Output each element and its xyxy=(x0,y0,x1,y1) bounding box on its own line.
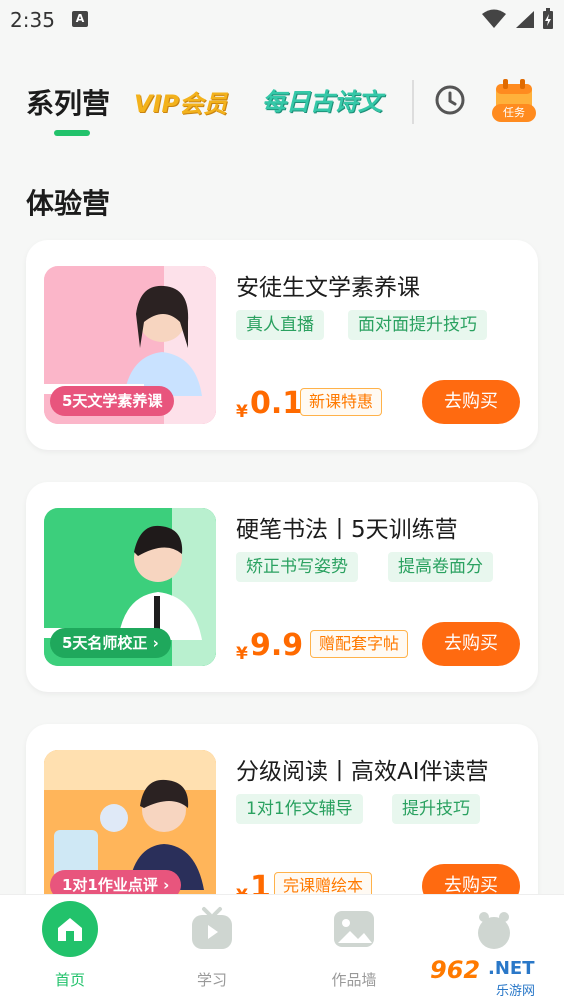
promo-badge: 新课特惠 xyxy=(300,388,383,416)
thumbnail-label: 5天文学素养课 xyxy=(50,386,175,416)
course-title: 硬笔书法丨5天训练营 xyxy=(236,517,458,543)
course-title: 分级阅读丨高效AI伴读营 xyxy=(236,759,489,785)
watermark-logo: 962 .NET 乐游网 xyxy=(424,952,560,1000)
tab-series-camp[interactable]: 系列营 xyxy=(26,82,110,122)
clock-history-icon[interactable] xyxy=(434,84,466,116)
tab-vip-member[interactable]: VIP会员 xyxy=(134,84,227,119)
nav-item-works[interactable]: 作品墙 xyxy=(304,901,404,990)
wifi-icon xyxy=(482,9,506,28)
nav-label: 作品墙 xyxy=(331,971,377,989)
tv-play-icon xyxy=(192,907,232,949)
course-tag: 面对面提升技巧 xyxy=(348,310,487,340)
course-thumbnail: 5天文学素养课 xyxy=(44,266,216,424)
course-price: 9.9 xyxy=(250,628,304,663)
tab-divider xyxy=(412,80,414,124)
watermark-number: 962 xyxy=(430,956,481,984)
promo-badge: 赠配套字帖 xyxy=(310,630,409,658)
battery-icon xyxy=(543,8,553,29)
course-card[interactable]: 5天名师校正 › 硬笔书法丨5天训练营 矫正书写姿势 提高卷面分 ¥ 9.9 赠… xyxy=(26,482,538,692)
currency-symbol: ¥ xyxy=(236,402,248,422)
tab-active-indicator xyxy=(54,130,90,136)
thumbnail-label: 5天名师校正 › xyxy=(50,628,171,658)
currency-symbol: ¥ xyxy=(236,644,248,664)
status-icons xyxy=(482,8,554,30)
nav-item-home[interactable]: 首页 xyxy=(20,901,120,990)
course-title: 安徒生文学素养课 xyxy=(236,275,420,301)
nav-label: 学习 xyxy=(196,971,227,989)
course-price: 0.1 xyxy=(250,386,304,421)
signal-icon xyxy=(516,11,534,28)
nav-item-study[interactable]: 学习 xyxy=(162,901,262,990)
task-badge: 任务 xyxy=(492,104,536,122)
home-icon xyxy=(42,901,98,957)
course-tag: 提升技巧 xyxy=(392,794,480,824)
top-tabs: 系列营 VIP会员 每日古诗文 任务 xyxy=(0,64,564,144)
tab-daily-poem[interactable]: 每日古诗文 xyxy=(262,82,382,117)
watermark-net: .NET xyxy=(488,958,535,979)
buy-button[interactable]: 去购买 xyxy=(422,380,520,424)
course-tag: 1对1作文辅导 xyxy=(236,794,363,824)
section-title: 体验营 xyxy=(26,187,111,220)
status-bar: 2:35 A xyxy=(0,0,564,40)
picture-icon xyxy=(334,911,374,947)
course-tag: 提高卷面分 xyxy=(388,552,493,582)
profile-icon xyxy=(478,912,510,949)
course-tag: 矫正书写姿势 xyxy=(236,552,358,582)
status-time: 2:35 xyxy=(10,8,55,32)
notification-icon: A xyxy=(72,11,88,27)
buy-button[interactable]: 去购买 xyxy=(422,622,520,666)
course-card[interactable]: 5天文学素养课 安徒生文学素养课 真人直播 面对面提升技巧 ¥ 0.1 新课特惠… xyxy=(26,240,538,450)
course-tag: 真人直播 xyxy=(236,310,324,340)
course-thumbnail: 1对1作业点评 › xyxy=(44,750,216,908)
watermark-sub: 乐游网 xyxy=(496,984,536,999)
nav-label: 首页 xyxy=(54,971,85,989)
course-thumbnail: 5天名师校正 › xyxy=(44,508,216,666)
